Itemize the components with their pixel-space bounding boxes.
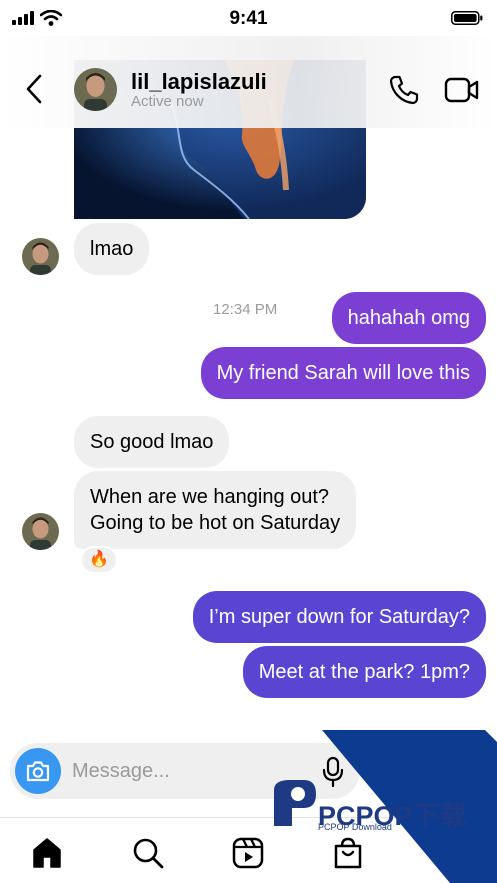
watermark: PCPOP下载 PCPOP Download xyxy=(260,730,497,883)
message-outgoing[interactable]: My friend Sarah will love this xyxy=(200,347,486,399)
message-incoming[interactable]: When are we hanging out? Going to be hot… xyxy=(74,471,357,549)
message-outgoing[interactable]: I’m super down for Saturday? xyxy=(192,591,486,643)
active-status: Active now xyxy=(131,93,204,110)
message-incoming[interactable]: So good lmao xyxy=(74,416,230,468)
watermark-sub: PCPOP Download xyxy=(318,822,392,832)
video-camera-icon[interactable] xyxy=(444,76,480,104)
camera-button[interactable] xyxy=(15,748,61,794)
home-icon[interactable] xyxy=(30,836,64,870)
battery-icon xyxy=(451,11,483,25)
message-timestamp: 12:34 PM xyxy=(213,301,278,318)
status-bar: 9:41 xyxy=(0,0,497,36)
message-line: Going to be hot on Saturday xyxy=(90,512,341,534)
chat-header: lil_lapislazuli Active now xyxy=(0,36,497,128)
search-icon[interactable] xyxy=(131,836,165,870)
username[interactable]: lil_lapislazuli xyxy=(131,69,267,95)
status-time: 9:41 xyxy=(229,8,268,29)
avatar[interactable] xyxy=(22,513,59,550)
phone-icon[interactable] xyxy=(388,74,420,106)
message-incoming[interactable]: lmao xyxy=(74,223,150,275)
message-outgoing[interactable]: Meet at the park? 1pm? xyxy=(242,646,486,698)
camera-icon xyxy=(26,761,50,782)
avatar[interactable] xyxy=(74,68,117,111)
message-line: When are we hanging out? xyxy=(90,486,330,508)
message-outgoing[interactable]: hahahah omg xyxy=(331,292,486,344)
reaction-badge[interactable]: 🔥 xyxy=(80,546,118,574)
avatar[interactable] xyxy=(22,238,59,275)
back-icon[interactable] xyxy=(22,72,48,106)
